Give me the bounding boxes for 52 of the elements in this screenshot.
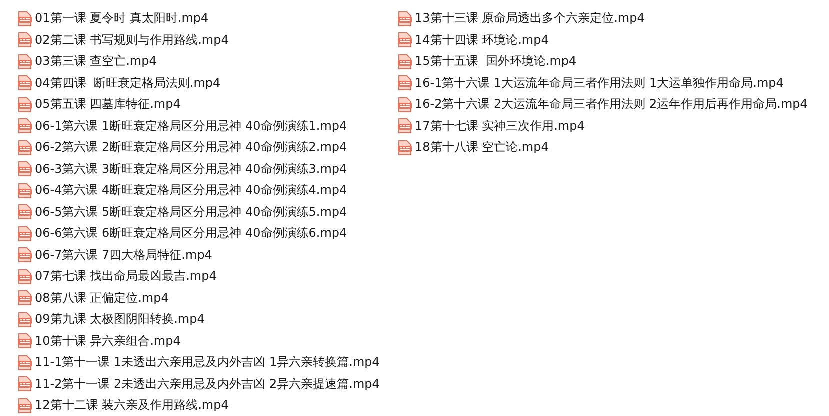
file-name[interactable]: 13第十三课 原命局透出多个六亲定位.mp4	[415, 10, 645, 28]
video-file-icon	[397, 32, 413, 48]
video-file-icon	[17, 354, 33, 371]
video-file-icon	[17, 398, 33, 414]
video-file-icon	[17, 10, 33, 27]
file-name[interactable]: 15第十五课 国外环境论.mp4	[415, 53, 577, 70]
video-file-icon	[397, 96, 413, 113]
video-file-icon	[17, 268, 33, 285]
video-file-icon	[17, 312, 33, 328]
file-name[interactable]: 18第十八课 空亡论.mp4	[415, 139, 549, 156]
file-name[interactable]: 06-2第六课 2断旺衰定格局区分用忌神 40命例演练2.mp4	[35, 139, 348, 156]
video-file-icon	[17, 54, 33, 70]
file-name[interactable]: 06-5第六课 5断旺衰定格局区分用忌神 40命例演练5.mp4	[35, 204, 348, 221]
file-name[interactable]: 06-7第六课 7四大格局特征.mp4	[35, 246, 212, 264]
file-name[interactable]: 16-1第十六课 1大运流年命局三者作用法则 1大运单独作用命局.mp4	[415, 74, 784, 92]
video-file-icon	[17, 96, 33, 113]
file-name[interactable]: 05第五课 四墓库特征.mp4	[35, 96, 181, 114]
file-name[interactable]: 10第十课 异六亲组合.mp4	[35, 332, 181, 350]
file-name[interactable]: 12第十二课 装六亲及作用路线.mp4	[35, 397, 229, 414]
video-file-icon	[17, 75, 33, 92]
video-file-icon	[397, 118, 413, 134]
file-name[interactable]: 04第四课 断旺衰定格局法则.mp4	[35, 74, 221, 92]
file-name[interactable]: 06-3第六课 3断旺衰定格局区分用忌神 40命例演练3.mp4	[35, 160, 348, 178]
file-name[interactable]: 01第一课 夏令时 真太阳时.mp4	[35, 10, 209, 28]
file-name[interactable]: 08第八课 正偏定位.mp4	[35, 290, 169, 307]
file-name[interactable]: 02第二课 书写规则与作用路线.mp4	[35, 32, 229, 49]
file-name[interactable]: 11-2第十一课 2未透出六亲用忌及内外吉凶 2异六亲提速篇.mp4	[35, 376, 380, 393]
file-name[interactable]: 07第七课 找出命局最凶最吉.mp4	[35, 268, 217, 286]
video-file-icon	[397, 54, 413, 70]
video-file-icon	[17, 32, 33, 48]
file-name[interactable]: 14第十四课 环境论.mp4	[415, 32, 549, 49]
file-name[interactable]: 06-1第六课 1断旺衰定格局区分用忌神 40命例演练1.mp4	[35, 118, 348, 135]
video-file-icon	[397, 10, 413, 27]
video-file-icon	[397, 140, 413, 156]
video-file-icon	[17, 333, 33, 350]
video-file-icon	[17, 247, 33, 264]
file-name[interactable]: 06-4第六课 4断旺衰定格局区分用忌神 40命例演练4.mp4	[35, 182, 348, 200]
video-file-icon	[17, 290, 33, 306]
file-name[interactable]: 06-6第六课 6断旺衰定格局区分用忌神 40命例演练6.mp4	[35, 225, 348, 242]
video-file-icon	[17, 140, 33, 156]
video-file-icon	[17, 226, 33, 242]
video-file-icon	[397, 75, 413, 92]
file-name[interactable]: 09第九课 太极图阴阳转换.mp4	[35, 311, 205, 328]
video-file-icon	[17, 376, 33, 392]
file-name[interactable]: 17第十七课 实神三次作用.mp4	[415, 118, 585, 135]
file-name[interactable]: 16-2第十六课 2大运流年命局三者作用法则 2运年作用后再作用命局.mp4	[415, 96, 808, 114]
file-name[interactable]: 11-1第十一课 1未透出六亲用忌及内外吉凶 1异六亲转换篇.mp4	[35, 354, 380, 372]
video-file-icon	[17, 182, 33, 199]
video-file-icon	[17, 161, 33, 178]
video-file-icon	[17, 118, 33, 134]
file-name[interactable]: 03第三课 查空亡.mp4	[35, 53, 157, 70]
video-file-icon	[17, 204, 33, 220]
